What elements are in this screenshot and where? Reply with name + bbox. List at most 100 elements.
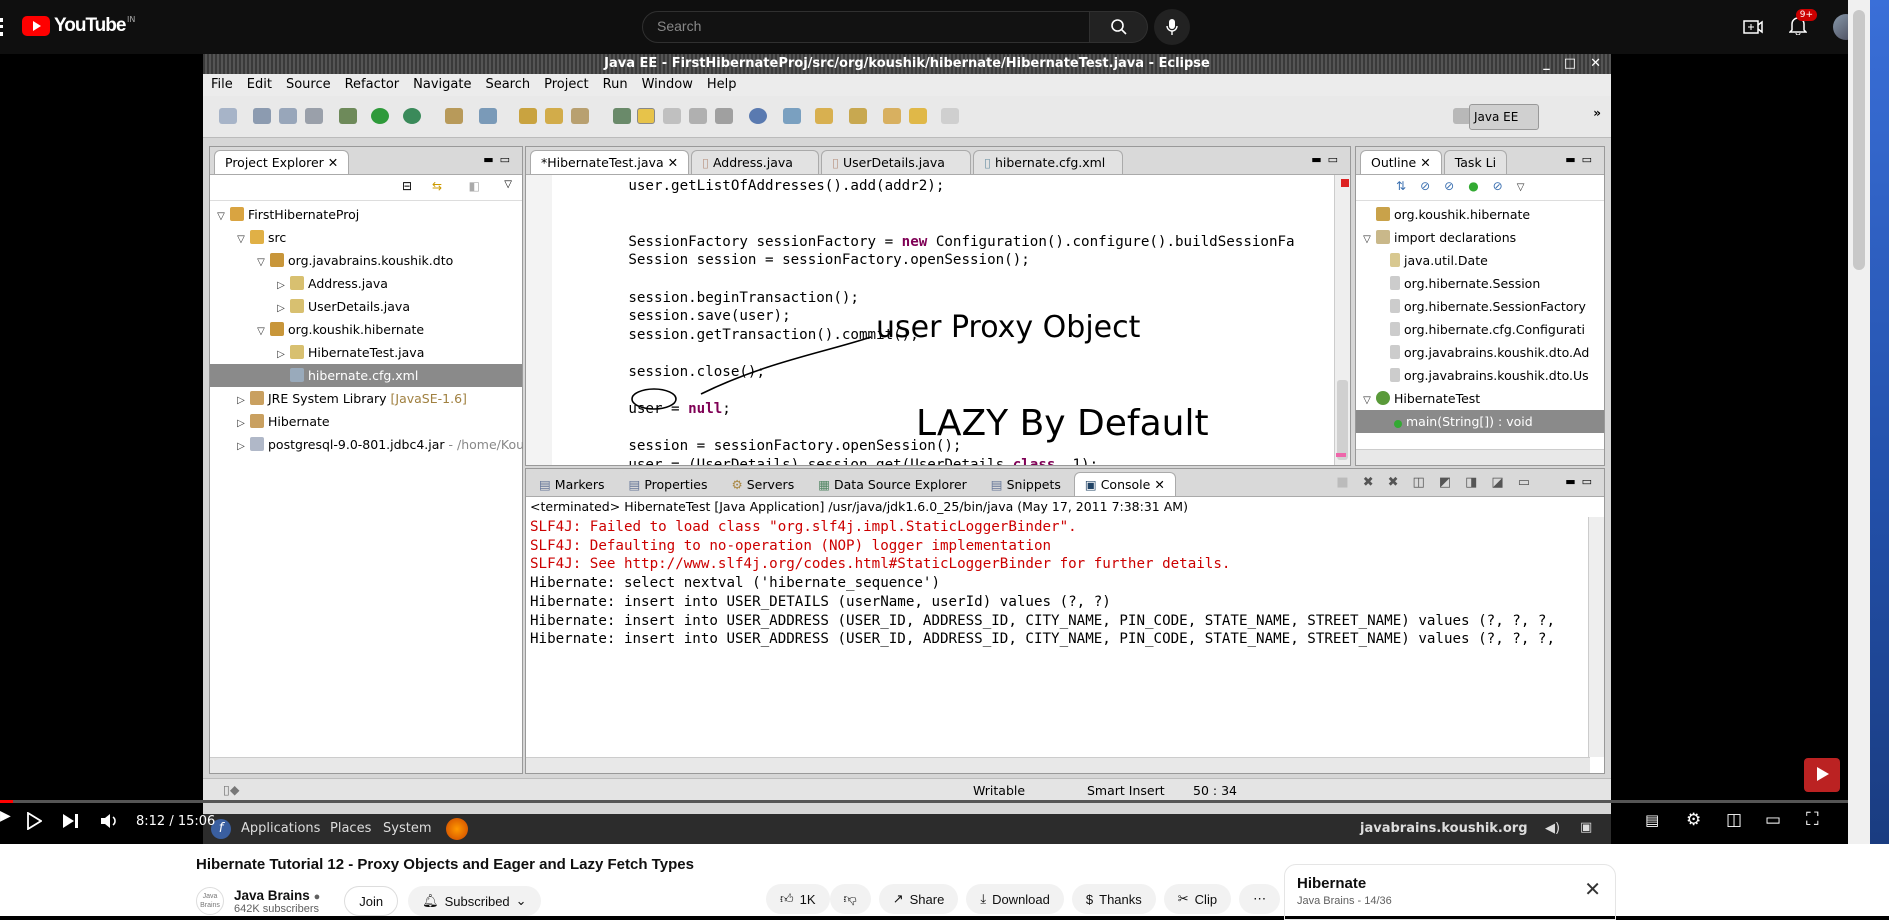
team-icon[interactable] xyxy=(783,108,801,124)
minimize-icon[interactable]: _ xyxy=(1543,54,1550,74)
hide-static-icon[interactable]: ⊘ xyxy=(1444,179,1468,193)
join-button[interactable]: Join xyxy=(344,886,399,916)
last-edit-icon[interactable] xyxy=(883,108,901,124)
view-minmax-icon[interactable]: ▬▭ xyxy=(483,153,516,166)
tab-servers[interactable]: ⚙ Servers xyxy=(720,472,806,496)
explorer-h-scrollbar[interactable] xyxy=(210,757,522,773)
share-button[interactable]: ↗ Share xyxy=(878,884,959,914)
dislike-button[interactable]: 👎︎ xyxy=(829,884,871,914)
tab-task-list[interactable]: Task Li xyxy=(1443,150,1508,174)
outline-menu-icon[interactable]: ▽ xyxy=(1517,182,1539,193)
volume-icon[interactable] xyxy=(100,812,120,830)
open-folder-icon[interactable] xyxy=(545,108,563,124)
search-button[interactable] xyxy=(1090,11,1148,43)
subscribed-button[interactable]: 🔔︎ Subscribed ⌄ xyxy=(408,886,541,916)
console-minmax-icon[interactable]: ▬▭ xyxy=(1565,475,1598,488)
tab-markers[interactable]: ▤ Markers xyxy=(528,472,616,496)
channel-avatar[interactable]: Java Brains xyxy=(196,887,224,915)
outline-import-item[interactable]: org.hibernate.cfg.Configurati xyxy=(1356,318,1604,341)
save-icon[interactable] xyxy=(253,108,271,124)
outline-minmax-icon[interactable]: ▬▭ xyxy=(1565,153,1598,166)
outline-class[interactable]: ▽ HibernateTest xyxy=(1356,387,1604,410)
display-console-icon[interactable]: ◪ xyxy=(1491,475,1517,490)
page-scrollbar[interactable] xyxy=(1848,0,1870,844)
hide-nonpublic-icon[interactable]: ● xyxy=(1468,179,1492,193)
new-icon[interactable] xyxy=(219,108,237,124)
previous-annotation-icon[interactable] xyxy=(849,108,867,124)
remove-all-icon[interactable]: ✖ xyxy=(1388,475,1413,490)
tree-item-project[interactable]: ▽ FirstHibernateProj xyxy=(210,203,522,226)
outline-method-main[interactable]: main(String[]) : void xyxy=(1356,410,1604,433)
show-whitespace-icon[interactable] xyxy=(689,108,707,124)
close-tab-icon[interactable]: ✕ xyxy=(1154,477,1164,492)
debug-icon[interactable] xyxy=(339,108,357,124)
search-input[interactable]: Search xyxy=(642,11,1090,43)
previous-icon[interactable]: ▶ xyxy=(0,808,11,824)
tree-item-hibernatetest-java[interactable]: ▷ HibernateTest.java xyxy=(210,341,522,364)
search-tool-icon[interactable] xyxy=(571,108,589,124)
hide-local-icon[interactable]: ⊘ xyxy=(1493,179,1517,193)
close-tab-icon[interactable]: ✕ xyxy=(1420,155,1430,170)
editor-v-scrollbar[interactable] xyxy=(1334,175,1350,465)
hide-fields-icon[interactable]: ⊘ xyxy=(1420,179,1444,193)
tab-snippets[interactable]: ▤ Snippets xyxy=(979,472,1072,496)
clip-button[interactable]: ✂ Clip xyxy=(1163,884,1232,914)
run-icon[interactable] xyxy=(371,108,389,124)
tree-item-address-java[interactable]: ▷ Address.java xyxy=(210,272,522,295)
outline-import-item[interactable]: org.hibernate.Session xyxy=(1356,272,1604,295)
perspective-java-ee[interactable]: Java EE xyxy=(1469,104,1539,130)
download-button[interactable]: ⤓ Download xyxy=(966,884,1064,914)
next-annotation-icon[interactable] xyxy=(815,108,833,124)
console-output[interactable]: SLF4J: Failed to load class "org.slf4j.i… xyxy=(526,516,1604,651)
tree-item-userdetails-java[interactable]: ▷ UserDetails.java xyxy=(210,295,522,318)
open-console-icon[interactable]: ▭ xyxy=(1518,475,1544,490)
tree-item-hibernate-cfg[interactable]: hibernate.cfg.xml xyxy=(210,364,522,387)
pin-console-icon[interactable]: ◨ xyxy=(1465,475,1491,490)
filter-icon[interactable]: ◧ xyxy=(469,179,480,193)
channel-name[interactable]: Java Brains xyxy=(234,888,310,903)
save-all-icon[interactable] xyxy=(279,108,297,124)
sort-icon[interactable]: ⇅ xyxy=(1396,179,1420,193)
subscribe-watermark[interactable] xyxy=(1804,758,1840,792)
menu-edit[interactable]: Edit xyxy=(247,77,272,93)
next-icon[interactable] xyxy=(62,813,80,829)
outline-h-scrollbar[interactable] xyxy=(1356,449,1604,465)
forward-icon[interactable] xyxy=(941,108,959,124)
menu-file[interactable]: File xyxy=(211,77,233,93)
close-playlist-icon[interactable]: ✕ xyxy=(1584,877,1601,902)
tree-item-package-hibernate[interactable]: ▽ org.koushik.hibernate xyxy=(210,318,522,341)
back-icon[interactable] xyxy=(909,108,927,124)
remove-launch-icon[interactable]: ✖ xyxy=(1363,475,1388,490)
console-h-scrollbar[interactable] xyxy=(526,757,1590,773)
youtube-logo[interactable]: YouTube IN xyxy=(22,15,135,37)
menu-search[interactable]: Search xyxy=(485,77,530,93)
menu-project[interactable]: Project xyxy=(544,77,588,93)
menu-window[interactable]: Window xyxy=(642,77,693,93)
maximize-icon[interactable]: □ xyxy=(1564,54,1576,74)
tab-outline[interactable]: Outline ✕ xyxy=(1360,150,1442,174)
notifications-button[interactable]: 9+ xyxy=(1788,9,1817,39)
menu-source[interactable]: Source xyxy=(286,77,331,93)
menu-refactor[interactable]: Refactor xyxy=(345,77,400,93)
console-v-scrollbar[interactable] xyxy=(1588,517,1604,757)
menu-icon[interactable] xyxy=(0,18,4,36)
more-icon[interactable]: » xyxy=(1593,106,1601,120)
close-tab-icon[interactable]: ✕ xyxy=(328,155,338,170)
tree-item-jre-library[interactable]: ▷ JRE System Library [JavaSE-1.6] xyxy=(210,387,522,410)
toggle-block-icon[interactable] xyxy=(663,108,681,124)
view-menu-icon[interactable]: ▽ xyxy=(504,179,512,190)
like-button[interactable]: 👍︎ 1K xyxy=(766,884,830,914)
fullscreen-icon[interactable]: ⛶ xyxy=(1806,809,1819,830)
tab-properties[interactable]: ▤ Properties xyxy=(617,472,719,496)
outline-imports[interactable]: ▽ import declarations xyxy=(1356,226,1604,249)
terminate-icon[interactable]: ■ xyxy=(1336,475,1362,490)
external-tools-icon[interactable] xyxy=(403,108,421,124)
settings-icon[interactable]: ⚙ xyxy=(1686,810,1701,830)
playlist-title[interactable]: Hibernate xyxy=(1297,875,1603,892)
tab-project-explorer[interactable]: Project Explorer ✕ xyxy=(214,150,350,174)
clear-console-icon[interactable]: ◫ xyxy=(1413,475,1439,490)
tree-item-src[interactable]: ▽ src xyxy=(210,226,522,249)
toggle-mark-icon[interactable] xyxy=(613,108,631,124)
thanks-button[interactable]: $ Thanks xyxy=(1071,884,1156,914)
video-player[interactable]: Java EE - FirstHibernateProj/src/org/kou… xyxy=(0,54,1848,844)
